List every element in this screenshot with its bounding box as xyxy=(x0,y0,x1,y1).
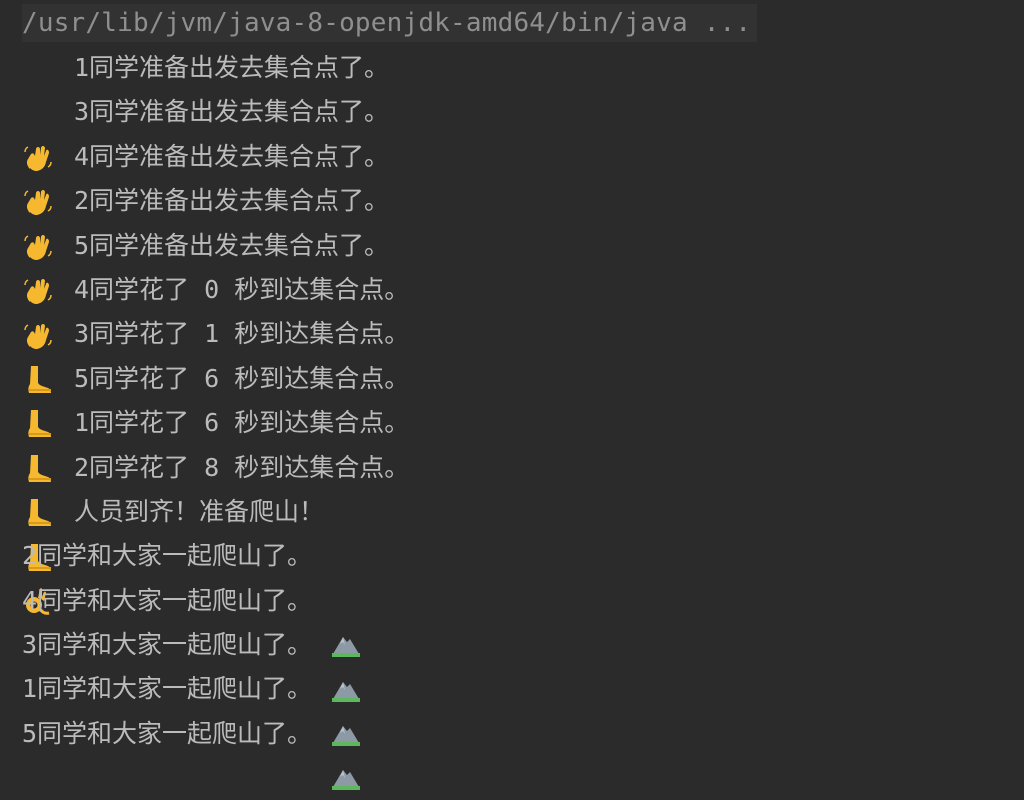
log-line[interactable]: 3同学花了 1 秒到达集合点。 xyxy=(22,312,1024,438)
log-text: 2同学准备出发去集合点了。 xyxy=(74,186,390,216)
log-text: 1同学准备出发去集合点了。 xyxy=(74,53,390,82)
foot-icon xyxy=(22,452,54,571)
waving-hand-icon xyxy=(22,185,54,305)
log-line[interactable]: 4同学准备出发去集合点了。 xyxy=(22,135,1024,260)
mountain-icon xyxy=(330,540,362,658)
mountain-icon xyxy=(330,629,362,747)
log-text: 1同学和大家一起爬山了。 xyxy=(22,674,313,704)
log-line[interactable]: 1同学准备出发去集合点了。 xyxy=(22,46,1024,171)
run-console: /usr/lib/jvm/java-8-openjdk-amd64/bin/ja… xyxy=(0,0,1024,800)
log-text: 3同学和大家一起爬山了。 xyxy=(22,630,313,660)
foot-icon xyxy=(22,363,54,482)
log-line[interactable]: 5同学准备出发去集合点了。 xyxy=(22,224,1024,349)
foot-icon xyxy=(22,407,54,527)
log-text: 1同学花了 6 秒到达集合点。 xyxy=(74,408,410,438)
log-text: 3同学花了 1 秒到达集合点。 xyxy=(74,319,410,349)
log-line[interactable]: 2同学和大家一起爬山了。 xyxy=(22,534,1024,658)
log-line[interactable]: 4同学花了 0 秒到达集合点。 xyxy=(22,268,1024,393)
log-line[interactable]: 2同学准备出发去集合点了。 xyxy=(22,179,1024,305)
command-line[interactable]: /usr/lib/jvm/java-8-openjdk-amd64/bin/ja… xyxy=(22,4,758,42)
mountain-icon xyxy=(330,585,362,702)
log-line[interactable]: 3同学和大家一起爬山了。 xyxy=(22,623,1024,747)
mountain-icon xyxy=(330,718,362,750)
log-text: 2同学花了 8 秒到达集合点。 xyxy=(74,452,410,482)
waving-hand-icon xyxy=(22,230,54,349)
log-line[interactable]: 5同学和大家一起爬山了。 xyxy=(22,712,1024,756)
foot-icon xyxy=(22,274,54,393)
mountain-icon xyxy=(330,674,362,791)
log-text: 5同学准备出发去集合点了。 xyxy=(74,230,390,260)
log-text: 人员到齐！准备爬山！ xyxy=(74,496,325,526)
log-line[interactable]: 5同学花了 6 秒到达集合点。 xyxy=(22,357,1024,482)
log-text: 4同学和大家一起爬山了。 xyxy=(22,585,313,615)
log-text: 4同学花了 0 秒到达集合点。 xyxy=(74,274,410,304)
log-text: 3同学准备出发去集合点了。 xyxy=(74,97,390,127)
log-text: 5同学花了 6 秒到达集合点。 xyxy=(74,363,410,393)
log-text: 5同学和大家一起爬山了。 xyxy=(22,718,313,748)
waving-hand-icon xyxy=(22,97,54,216)
log-line[interactable]: 1同学花了 6 秒到达集合点。 xyxy=(22,401,1024,527)
foot-icon xyxy=(22,319,54,438)
log-line[interactable]: 人员到齐！准备爬山！ xyxy=(22,490,1024,615)
log-line[interactable]: 1同学和大家一起爬山了。 xyxy=(22,667,1024,791)
log-line[interactable]: 2同学花了 8 秒到达集合点。 xyxy=(22,446,1024,571)
waving-hand-icon xyxy=(22,141,54,260)
log-text: 4同学准备出发去集合点了。 xyxy=(74,141,390,171)
console-output: 1同学准备出发去集合点了。 3同学准备出发去集合点了。 4同学准备出发去集合点了… xyxy=(22,46,1024,791)
log-text: 2同学和大家一起爬山了。 xyxy=(22,541,313,571)
log-line[interactable]: 4同学和大家一起爬山了。 xyxy=(22,579,1024,702)
waving-hand-icon xyxy=(22,52,54,171)
log-line[interactable]: 3同学准备出发去集合点了。 xyxy=(22,90,1024,216)
ok-hand-icon xyxy=(22,496,54,615)
